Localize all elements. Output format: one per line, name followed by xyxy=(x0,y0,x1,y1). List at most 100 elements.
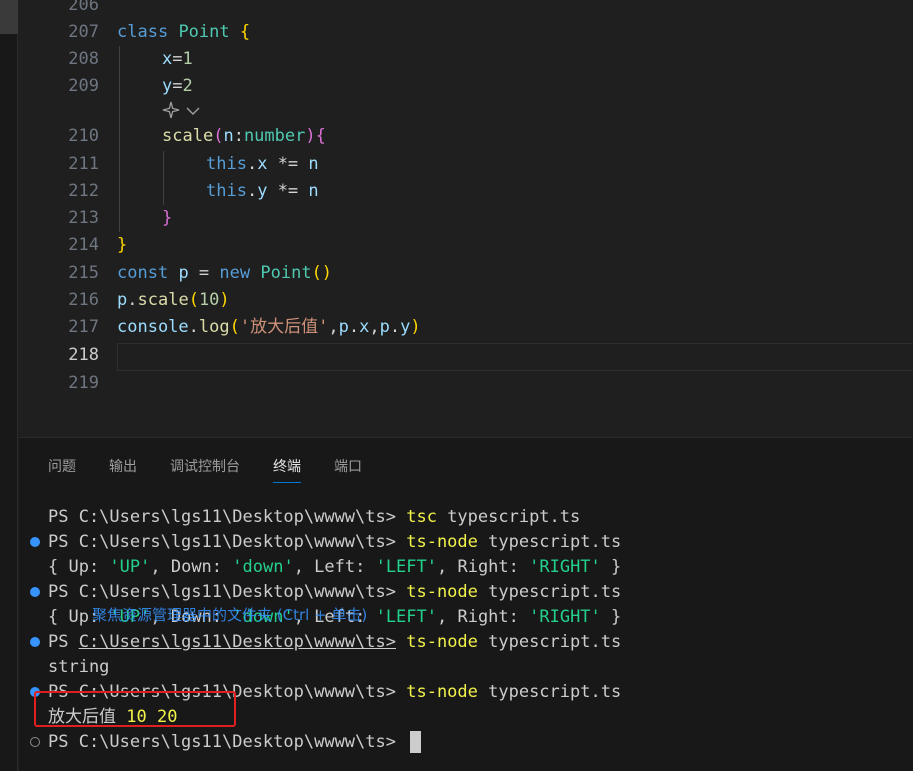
property: x xyxy=(257,154,268,174)
terminal-line[interactable]: PS C:\Users\lgs11\Desktop\wwww\ts> xyxy=(48,730,422,755)
tab-terminal[interactable]: 终端 xyxy=(273,456,301,483)
tab-debug-console[interactable]: 调试控制台 xyxy=(170,456,240,483)
code-line-207[interactable]: class Point { xyxy=(117,19,250,46)
panel-tabs: 问题 输出 调试控制台 终端 端口 xyxy=(48,456,362,483)
terminal-cursor xyxy=(410,731,422,753)
output-string: 'LEFT' xyxy=(375,557,437,577)
command-status-dot[interactable] xyxy=(30,637,40,647)
sparkle-icon[interactable] xyxy=(162,101,180,123)
line-number-active: 218 xyxy=(68,345,99,365)
command: ts-node xyxy=(406,682,478,702)
terminal-line: PS C:\Users\lgs11\Desktop\wwww\ts> ts-no… xyxy=(48,530,621,555)
output-text: } xyxy=(600,557,622,577)
dot: . xyxy=(348,317,360,337)
terminal-output: string xyxy=(48,657,110,677)
operator: = xyxy=(172,76,183,96)
line-number: 217 xyxy=(68,317,99,337)
prompt-prefix: PS xyxy=(48,632,79,652)
code-line-214[interactable]: } xyxy=(117,232,127,259)
command-status-dot[interactable] xyxy=(30,737,40,747)
activity-bar xyxy=(0,0,18,771)
line-number: 213 xyxy=(68,208,99,228)
method-name: scale xyxy=(137,290,189,310)
identifier: p xyxy=(379,317,390,337)
line-number: 207 xyxy=(68,22,99,42)
code-line-215[interactable]: const p = new Point() xyxy=(117,260,332,287)
keyword: this xyxy=(206,181,247,201)
command-status-dot[interactable] xyxy=(30,537,40,547)
number-literal: 10 xyxy=(198,290,220,310)
tab-output[interactable]: 输出 xyxy=(109,456,137,483)
method-name: log xyxy=(198,317,230,337)
dot: . xyxy=(188,317,199,337)
class-name: Point xyxy=(178,22,230,42)
property: y xyxy=(162,76,173,96)
output-string: 'RIGHT' xyxy=(529,557,601,577)
command-arg: typescript.ts xyxy=(477,632,622,652)
dot: . xyxy=(389,317,401,337)
indent-guide xyxy=(163,151,164,205)
line-number: 212 xyxy=(68,181,99,201)
operator: *= xyxy=(267,181,309,201)
identifier: p xyxy=(338,317,349,337)
command: ts-node xyxy=(406,532,478,552)
tab-ports[interactable]: 端口 xyxy=(334,456,362,483)
line-number: 211 xyxy=(68,154,99,174)
bracket: ) xyxy=(219,290,230,310)
identifier: n xyxy=(308,154,319,174)
output-string: 'RIGHT' xyxy=(529,607,601,627)
line-number: 208 xyxy=(68,49,99,69)
bracket: } xyxy=(162,208,173,228)
type-name: number xyxy=(243,126,306,146)
chevron-down-icon[interactable] xyxy=(186,104,200,120)
comma: , xyxy=(328,317,339,337)
code-line-212[interactable]: this.y *= n xyxy=(206,178,319,205)
code-line-211[interactable]: this.x *= n xyxy=(206,151,319,178)
bracket: { xyxy=(239,22,251,42)
output-string: 'LEFT' xyxy=(375,607,437,627)
terminal-line: PS C:\Users\lgs11\Desktop\wwww\ts> ts-no… xyxy=(48,580,621,605)
terminal-line: PS C:\Users\lgs11\Desktop\wwww\ts> tsc t… xyxy=(48,505,580,530)
property: x xyxy=(359,317,370,337)
bracket: ( xyxy=(213,126,224,146)
code-line-216[interactable]: p.scale(10) xyxy=(117,287,230,314)
property: x xyxy=(162,49,173,69)
bracket: ) xyxy=(410,317,421,337)
line-number: 214 xyxy=(68,235,99,255)
bracket: { xyxy=(315,126,326,146)
prompt: PS C:\Users\lgs11\Desktop\wwww\ts> xyxy=(48,507,407,527)
command-arg: typescript.ts xyxy=(477,582,622,602)
dot: . xyxy=(246,154,258,174)
line-number: 209 xyxy=(68,76,99,96)
line-number: 216 xyxy=(68,290,99,310)
code-line-208[interactable]: x=1 xyxy=(162,46,193,73)
bracket: ( xyxy=(188,290,199,310)
code-editor[interactable]: 206 207 208 209 210 211 212 213 214 215 … xyxy=(19,0,913,437)
identifier: console xyxy=(117,317,189,337)
code-line-213[interactable]: } xyxy=(162,205,172,232)
parameter: n xyxy=(223,126,234,146)
property: y xyxy=(257,181,268,201)
codelens[interactable] xyxy=(162,100,200,124)
output-text: , Right: xyxy=(437,607,530,627)
current-line-highlight xyxy=(117,343,913,371)
command-status-dot[interactable] xyxy=(30,587,40,597)
comma: , xyxy=(369,317,380,337)
code-line-217[interactable]: console.log('放大后值',p.x,p.y) xyxy=(117,314,421,341)
output-text: } xyxy=(600,607,622,627)
code-line-209[interactable]: y=2 xyxy=(162,73,193,100)
keyword: new xyxy=(219,263,251,283)
bracket: () xyxy=(311,263,333,283)
command: tsc xyxy=(406,507,437,527)
output-text: , Left: xyxy=(293,557,376,577)
code-line-210[interactable]: scale(n:number){ xyxy=(162,123,326,150)
tab-problems[interactable]: 问题 xyxy=(48,456,76,483)
activity-bar-active-item[interactable] xyxy=(0,0,18,34)
keyword: const xyxy=(117,263,169,283)
path-link[interactable]: C:\Users\lgs11\Desktop\wwww\ts> xyxy=(79,632,396,652)
string-literal: '放大后值' xyxy=(239,317,329,337)
operator: = xyxy=(188,263,220,283)
number-literal: 1 xyxy=(182,49,193,69)
command-arg: typescript.ts xyxy=(477,682,622,702)
identifier: p xyxy=(117,290,128,310)
